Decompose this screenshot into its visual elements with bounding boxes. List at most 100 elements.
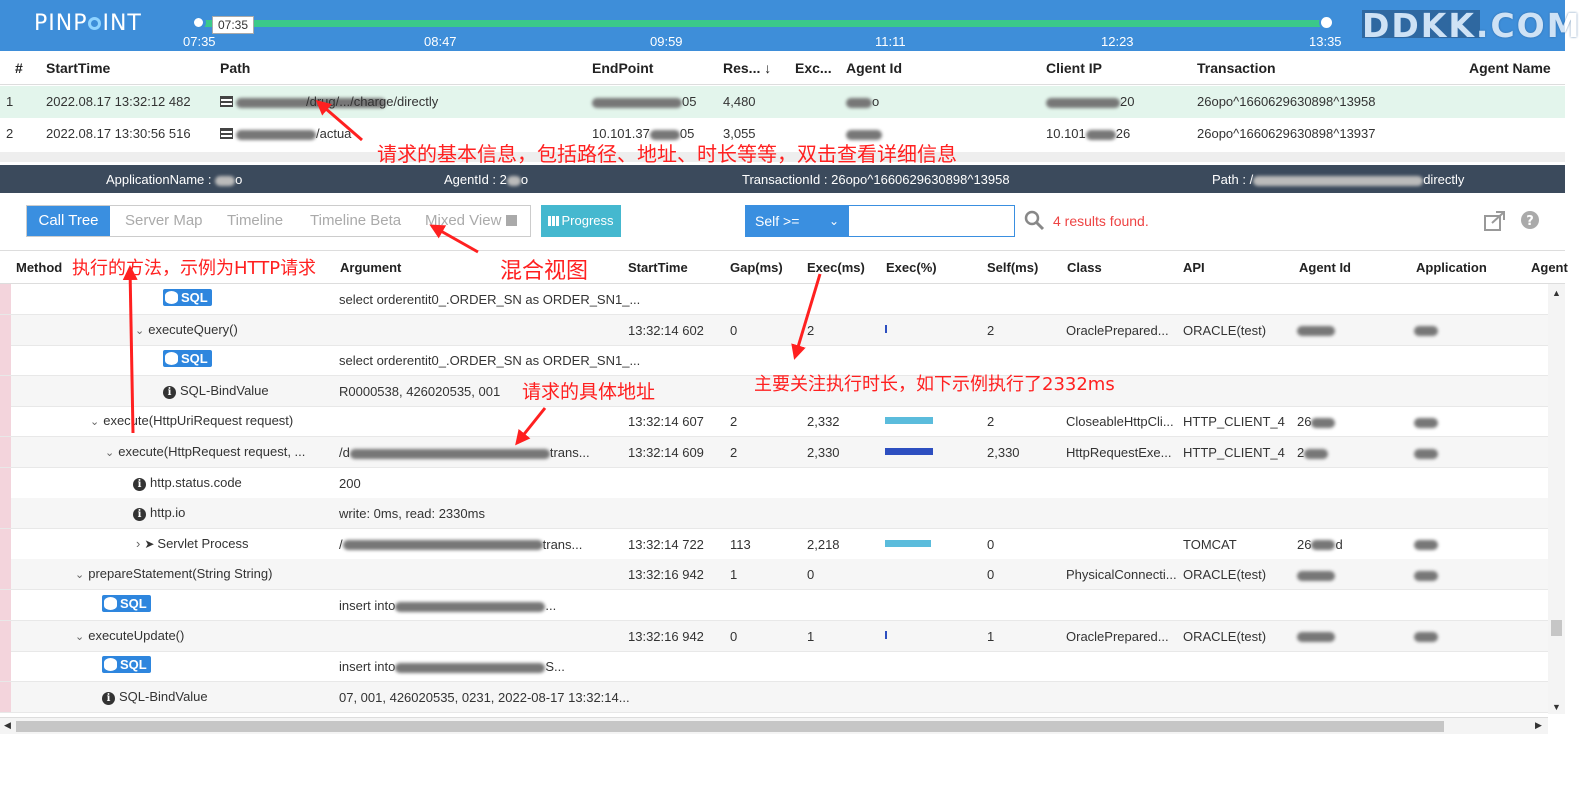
- annotation-address: 请求的具体地址: [522, 381, 656, 403]
- chevron-down-icon[interactable]: ⌄: [135, 325, 144, 337]
- col-transaction[interactable]: Transaction: [1197, 60, 1276, 76]
- self-filter-select[interactable]: Self >= ⌄: [745, 205, 848, 237]
- calltree-row[interactable]: ⌄ execute(HttpRequest request, ... /d trans…: [0, 437, 1548, 468]
- col-path[interactable]: Path: [220, 60, 250, 76]
- col-exception[interactable]: Exc...: [795, 60, 832, 76]
- sql-badge[interactable]: SQL: [102, 656, 151, 674]
- calltree-row[interactable]: ⌄ executeUpdate() 13:32:16 942 0 1 1 OraclePre…: [0, 620, 1548, 652]
- argument-cell: insert into...: [339, 598, 557, 613]
- tab-server-map[interactable]: Server Map: [125, 206, 203, 236]
- view-tabs: Call Tree Server Map Timeline Timeline B…: [26, 205, 531, 237]
- col-application[interactable]: Application: [1416, 260, 1487, 275]
- col-method[interactable]: Method: [16, 260, 62, 275]
- info-application: ApplicationName : o: [106, 172, 243, 187]
- open-new-window-icon[interactable]: [1484, 211, 1506, 231]
- chevron-right-icon[interactable]: ›: [136, 536, 140, 551]
- col-starttime[interactable]: StartTime: [46, 60, 110, 76]
- col-agent[interactable]: Agent: [1531, 260, 1568, 275]
- argument-cell: / trans...: [339, 536, 583, 552]
- progress-button[interactable]: Progress: [541, 205, 621, 237]
- timeline-header: PINP INT 07:35 07:35 08:47 09:59 11:11 12…: [0, 0, 1579, 51]
- col-agent-id[interactable]: Agent Id: [846, 60, 902, 76]
- scroll-left-icon[interactable]: ◀: [4, 720, 11, 731]
- horizontal-scroll-thumb[interactable]: [16, 721, 1444, 732]
- chevron-down-icon[interactable]: ⌄: [75, 569, 84, 581]
- col-response[interactable]: Res... ↓: [723, 60, 771, 76]
- application-cell: [1414, 414, 1438, 429]
- calltree-row[interactable]: SQL select orderentit0_.ORDER_SN as ORDER…: [0, 284, 1548, 315]
- tab-call-tree[interactable]: Call Tree: [27, 206, 110, 236]
- help-icon[interactable]: ?: [1520, 210, 1540, 230]
- col-client-ip[interactable]: Client IP: [1046, 60, 1102, 76]
- chevron-down-icon[interactable]: ⌄: [105, 447, 114, 459]
- col-starttime[interactable]: StartTime: [628, 260, 688, 275]
- col-exec-pct[interactable]: Exec(%): [886, 260, 937, 275]
- calltree-row[interactable]: SQL insert into...: [0, 590, 1548, 621]
- application-cell: [1414, 445, 1438, 460]
- timeline-track[interactable]: [196, 20, 1326, 27]
- starttime-cell: 13:32:16 942: [628, 628, 704, 644]
- calltree-row[interactable]: i http.status.code 200: [0, 467, 1548, 499]
- tick-label: 12:23: [1101, 34, 1134, 49]
- exec-cell: 2,218: [807, 536, 840, 552]
- horizontal-scrollbar[interactable]: ◀ ▶: [0, 717, 1548, 734]
- vertical-scroll-thumb[interactable]: [1551, 620, 1562, 636]
- chevron-down-icon[interactable]: ⌄: [90, 416, 99, 428]
- class-cell: PhysicalConnecti...: [1066, 567, 1177, 583]
- chevron-down-icon[interactable]: ⌄: [75, 631, 84, 643]
- calltree-row[interactable]: SQL insert into S...: [0, 651, 1548, 683]
- row-transaction: 26opo^1660629630898^13937: [1197, 126, 1376, 141]
- gap-cell: 0: [730, 322, 738, 338]
- row-marker: [0, 559, 11, 590]
- col-agent-id[interactable]: Agent Id: [1299, 260, 1351, 275]
- tick-label: 07:35: [183, 34, 216, 49]
- method-cell: ⌄ prepareStatement(String String): [75, 566, 273, 582]
- col-argument[interactable]: Argument: [340, 260, 401, 275]
- sql-badge[interactable]: SQL: [102, 595, 151, 612]
- self-cell: 0: [987, 567, 995, 583]
- col-class[interactable]: Class: [1067, 260, 1102, 275]
- calltree-row[interactable]: i http.io write: 0ms, read: 2330ms: [0, 498, 1548, 530]
- exec-pct-bar: [885, 630, 887, 639]
- vertical-scrollbar[interactable]: ▲ ▼: [1548, 284, 1565, 714]
- tab-timeline[interactable]: Timeline: [227, 206, 283, 236]
- scroll-down-icon[interactable]: ▼: [1552, 702, 1561, 712]
- application-cell: [1414, 567, 1438, 582]
- self-filter-input[interactable]: [848, 205, 1015, 237]
- col-endpoint[interactable]: EndPoint: [592, 60, 653, 76]
- search-icon[interactable]: [1024, 210, 1046, 232]
- calltree-row[interactable]: › ➤ Servlet Process / trans... 13:32:14 722 11…: [0, 528, 1548, 560]
- watermark-logo: DDKK.COM: [1362, 6, 1579, 45]
- row-marker: [0, 314, 11, 345]
- method-cell: ⌄ execute(HttpRequest request, ...: [105, 444, 306, 459]
- timeline-start-handle[interactable]: [191, 15, 206, 30]
- agent-id-cell: 26: [1297, 414, 1336, 429]
- scroll-up-icon[interactable]: ▲: [1552, 288, 1561, 298]
- calltree-row[interactable]: i SQL-BindValue 07, 001, 426020535, 0231, …: [0, 681, 1548, 713]
- col-exec[interactable]: Exec(ms): [807, 260, 865, 275]
- method-cell: i http.io: [133, 505, 185, 522]
- scroll-right-icon[interactable]: ▶: [1535, 720, 1542, 731]
- calltree-row[interactable]: ⌄ prepareStatement(String String) 13:32:16…: [0, 559, 1548, 591]
- tab-timeline-beta[interactable]: Timeline Beta: [310, 206, 401, 236]
- row-marker: [0, 284, 11, 314]
- col-agent-name[interactable]: Agent Name: [1469, 60, 1551, 76]
- starttime-cell: 13:32:14 609: [628, 445, 704, 460]
- calltree-row[interactable]: ⌄ executeQuery() 13:32:14 602 0 2 2 OraclePrep…: [0, 314, 1548, 346]
- external-link-icon: [505, 215, 517, 226]
- sql-badge[interactable]: SQL: [163, 289, 212, 306]
- col-self[interactable]: Self(ms): [987, 260, 1038, 275]
- application-cell: [1414, 629, 1438, 644]
- col-api[interactable]: API: [1183, 260, 1205, 275]
- transaction-row[interactable]: 1 2022.08.17 13:32:12 482 /drug/.../char…: [0, 86, 1565, 118]
- api-cell: ORACLE(test): [1183, 628, 1267, 644]
- gap-cell: 2: [730, 414, 738, 430]
- row-num: 2: [6, 126, 14, 141]
- timeline-end-handle[interactable]: [1319, 15, 1334, 30]
- calltree-row[interactable]: ⌄ execute(HttpUriRequest request) 13:32:14…: [0, 406, 1548, 438]
- col-gap[interactable]: Gap(ms): [730, 260, 783, 275]
- tab-mixed-view[interactable]: Mixed View: [425, 206, 517, 236]
- sql-badge[interactable]: SQL: [163, 350, 212, 368]
- col-num[interactable]: #: [15, 60, 23, 76]
- exec-cell: 0: [807, 567, 815, 583]
